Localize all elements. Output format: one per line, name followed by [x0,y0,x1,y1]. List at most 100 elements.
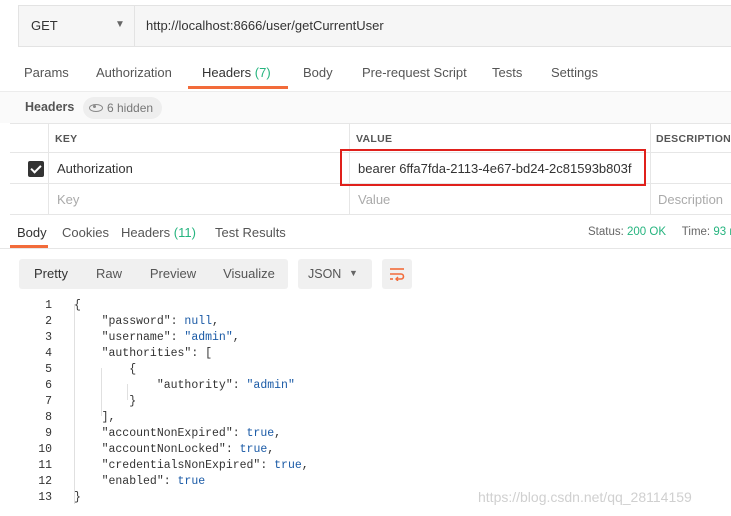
code-text: "enabled": true [74,475,206,488]
code-line: 12 "enabled": true [0,474,731,490]
tab-label: Cookies [62,225,109,240]
code-text: { [74,299,81,312]
line-number: 13 [38,491,52,504]
line-number: 1 [45,299,52,312]
status-value: 200 OK [627,226,667,238]
response-tab-test-results[interactable]: Test Results [215,225,286,240]
line-number: 2 [45,315,52,328]
new-key-input[interactable]: Key [57,192,79,207]
code-line: 4 "authorities": [ [0,346,731,362]
method-select[interactable]: GET ▼ [19,6,135,46]
code-line: 2 "password": null, [0,314,731,330]
tab-count: (11) [173,225,196,240]
tab-label: Settings [551,65,598,80]
code-text: "credentialsNonExpired": true, [74,459,309,472]
tab-label: Params [24,65,69,80]
line-number: 8 [45,411,52,424]
response-tabs: Body Cookies Headers (11) Test Results S… [0,216,731,249]
response-tab-body[interactable]: Body [17,225,47,240]
active-tab-indicator [188,86,288,89]
tab-label: Body [303,65,333,80]
code-line: 9 "accountNonExpired": true, [0,426,731,442]
tab-pre-request-script[interactable]: Pre-request Script [362,65,467,80]
chevron-down-icon: ▼ [349,268,358,278]
tab-label: Pre-request Script [362,65,467,80]
hidden-headers-label: 6 hidden [107,101,154,115]
code-text: "accountNonLocked": true, [74,443,275,456]
code-text: } [74,395,137,408]
json-value: true [177,475,206,488]
line-number: 10 [38,443,52,456]
code-line: 1{ [0,298,731,314]
column-header-key: KEY [55,133,78,145]
response-tab-cookies[interactable]: Cookies [62,225,109,240]
response-body-editor[interactable]: 1{2 "password": null, 3 "username": "admi… [0,298,731,516]
line-number: 6 [45,379,52,392]
code-line: 6 "authority": "admin" [0,378,731,394]
view-pretty-button[interactable]: Pretty [19,259,83,289]
line-number: 9 [45,427,52,440]
eye-icon [89,103,103,112]
json-value: true [239,443,268,456]
new-value-input[interactable]: Value [358,192,390,207]
json-value: "admin" [184,331,233,344]
json-value: true [246,427,275,440]
tab-params[interactable]: Params [24,65,69,80]
code-text: } [74,491,81,504]
tab-label: Headers [202,65,252,80]
code-text: ], [74,411,116,424]
line-number: 12 [38,475,52,488]
code-line: 7 } [0,394,731,410]
column-header-value: VALUE [356,133,393,145]
line-number: 3 [45,331,52,344]
tab-authorization[interactable]: Authorization [96,65,172,80]
tab-tests[interactable]: Tests [492,65,522,80]
header-key-cell[interactable]: Authorization [57,161,133,176]
body-view-mode-group: Pretty Raw Preview Visualize [19,259,288,289]
request-tabs: Params Authorization Headers (7) Body Pr… [10,56,731,89]
format-select[interactable]: JSON ▼ [298,259,372,289]
active-tab-indicator [10,245,48,248]
time-value: 93 m [713,226,731,238]
code-text: "authorities": [ [74,347,213,360]
json-value: null [184,315,213,328]
json-value: true [274,459,302,472]
line-number: 4 [45,347,52,360]
tab-label: Tests [492,65,523,80]
code-line: 10 "accountNonLocked": true, [0,442,731,458]
wrap-lines-button[interactable] [382,259,412,289]
format-label: JSON [308,267,342,281]
view-visualize-button[interactable]: Visualize [211,259,287,289]
headers-section-bar: Headers 6 hidden [0,91,731,123]
wrap-lines-icon [390,268,405,281]
tab-body[interactable]: Body [303,65,333,80]
code-text: { [74,363,137,376]
code-line: 3 "username": "admin", [0,330,731,346]
view-raw-button[interactable]: Raw [83,259,135,289]
hidden-headers-toggle[interactable]: 6 hidden [83,97,163,119]
new-description-input[interactable]: Description [658,192,723,207]
watermark: https://blog.csdn.net/qq_28114159 [478,489,692,505]
code-text: "authority": "admin" [74,379,295,392]
request-url-bar: GET ▼ http://localhost:8666/user/getCurr… [18,5,731,47]
code-text: "password": null, [74,315,219,328]
tab-label: Headers [121,225,171,240]
code-text: "username": "admin", [74,331,240,344]
table-row-new: Key Value Description [10,184,731,215]
time-label: Time: [681,226,711,238]
line-number: 5 [45,363,52,376]
tab-headers[interactable]: Headers (7) [202,65,271,80]
json-value: "admin" [246,379,295,392]
code-text: "accountNonExpired": true, [74,427,282,440]
url-input[interactable]: http://localhost:8666/user/getCurrentUse… [146,18,384,33]
headers-section-title: Headers [25,100,75,114]
tab-settings[interactable]: Settings [551,65,598,80]
response-tab-headers[interactable]: Headers (11) [121,225,196,240]
view-preview-button[interactable]: Preview [139,259,207,289]
status-label: Status: [588,226,624,238]
code-line: 11 "credentialsNonExpired": true, [0,458,731,474]
header-enabled-checkbox[interactable] [28,161,44,177]
tab-label: Authorization [96,65,172,80]
tab-label: Test Results [215,225,286,240]
line-number: 11 [38,459,52,472]
